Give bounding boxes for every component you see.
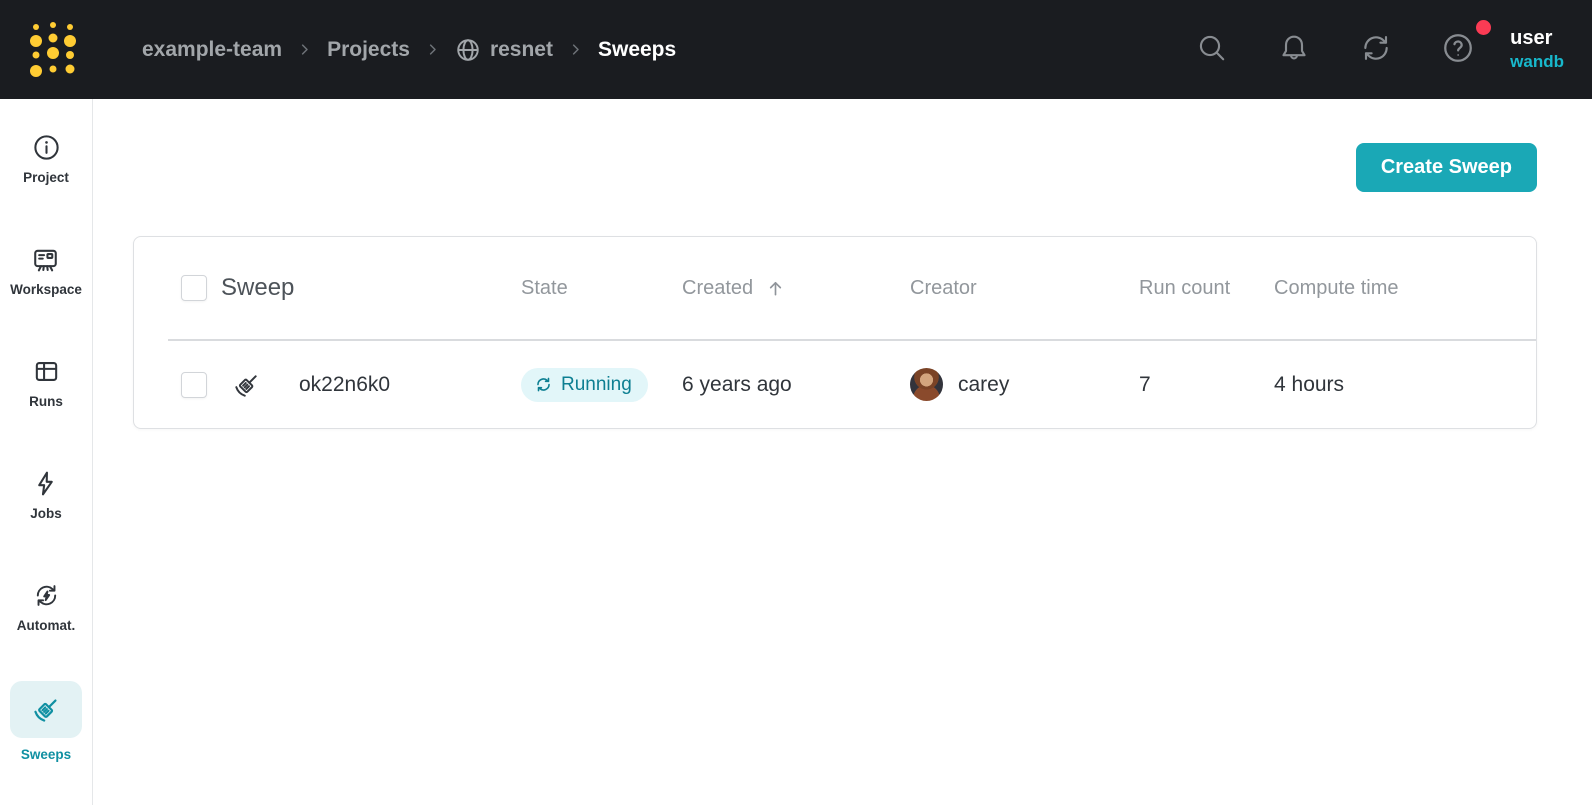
topbar-actions: user wandb [1148,19,1564,72]
actions-row: Create Sweep [133,143,1537,192]
column-header-created-label: Created [682,276,754,299]
chevron-right-icon [568,42,583,57]
topbar: example-team Projects resnet Sweeps user… [0,0,1592,99]
sidebar-item-label: Automat. [16,618,76,633]
status-badge-label: Running [561,373,632,395]
help-icon [1441,31,1475,68]
column-header-run-count[interactable]: Run count [1139,277,1274,300]
table-row: ok22n6k0 Running 6 years ago carey 7 4 h… [134,341,1536,428]
sidebar-item-workspace[interactable]: Workspace [10,244,82,297]
broom-icon [31,695,62,725]
column-header-compute-time[interactable]: Compute time [1274,277,1536,300]
chevron-right-icon [425,42,440,57]
notification-dot [1476,19,1492,35]
sidebar-item-sweeps[interactable]: Sweeps [10,681,82,762]
sidebar-item-label: Runs [29,394,63,409]
org-name: wandb [1510,52,1564,72]
refresh-button[interactable] [1358,32,1394,68]
creator-name: carey [958,372,1010,396]
column-header-sweep[interactable]: Sweep [221,274,521,302]
sidebar-item-jobs[interactable]: Jobs [30,468,62,521]
breadcrumb-project[interactable]: resnet [455,37,553,63]
running-loop-icon [534,375,553,394]
sidebar-item-label: Project [23,170,69,185]
breadcrumb-page-current: Sweeps [597,37,677,61]
search-icon [1196,32,1228,67]
column-header-creator[interactable]: Creator [910,277,1139,300]
sort-ascending-icon [765,278,786,299]
sidebar-item-automations[interactable]: Automat. [16,580,76,633]
info-icon [32,132,61,162]
sidebar-item-label: Workspace [10,282,82,297]
automation-loop-icon [32,580,61,610]
workspace-board-icon [31,244,60,274]
create-sweep-button[interactable]: Create Sweep [1355,143,1537,192]
main-content: Create Sweep Sweep State Created Creator… [93,99,1592,429]
column-header-state[interactable]: State [521,277,682,300]
sidebar-item-label: Sweeps [20,747,72,762]
column-header-created[interactable]: Created [682,277,910,300]
chevron-right-icon [297,42,312,57]
wandb-logo[interactable] [27,17,79,83]
breadcrumb-project-label: resnet [489,37,553,61]
runs-table-icon [32,356,61,386]
refresh-icon [1360,32,1392,67]
bell-icon [1278,32,1310,67]
status-badge-running: Running [521,367,648,402]
breadcrumb-team[interactable]: example-team [142,38,282,62]
breadcrumb: example-team Projects resnet Sweeps [142,37,676,63]
sweeps-table-card: Sweep State Created Creator Run count Co… [133,236,1537,429]
creator-cell: carey [910,368,1139,401]
row-checkbox[interactable] [181,371,207,398]
sidebar-item-project[interactable]: Project [23,132,69,185]
globe-icon [455,37,481,63]
user-menu[interactable]: user wandb [1510,26,1564,72]
active-item-highlight [10,681,82,738]
user-name: user [1510,27,1553,50]
run-count-cell: 7 [1139,372,1151,396]
sidebar: Project Workspace Runs Jobs Automat. Swe… [0,99,93,805]
sidebar-item-label: Jobs [30,506,62,521]
notifications-button[interactable] [1276,32,1312,68]
state-cell: Running [521,367,682,402]
created-cell: 6 years ago [682,372,792,396]
sweep-name-cell: ok22n6k0 [221,370,521,400]
help-button[interactable] [1440,19,1492,68]
compute-time-cell: 4 hours [1274,372,1345,396]
sweep-name-link[interactable]: ok22n6k0 [299,373,390,397]
table-header-row: Sweep State Created Creator Run count Co… [134,237,1536,339]
lightning-icon [31,468,60,498]
wandb-logo-dots [30,21,76,77]
search-button[interactable] [1194,32,1230,68]
avatar [910,368,943,401]
broom-icon [232,370,262,400]
sidebar-item-runs[interactable]: Runs [29,356,63,409]
breadcrumb-projects[interactable]: Projects [327,38,410,62]
select-all-checkbox[interactable] [181,275,207,301]
